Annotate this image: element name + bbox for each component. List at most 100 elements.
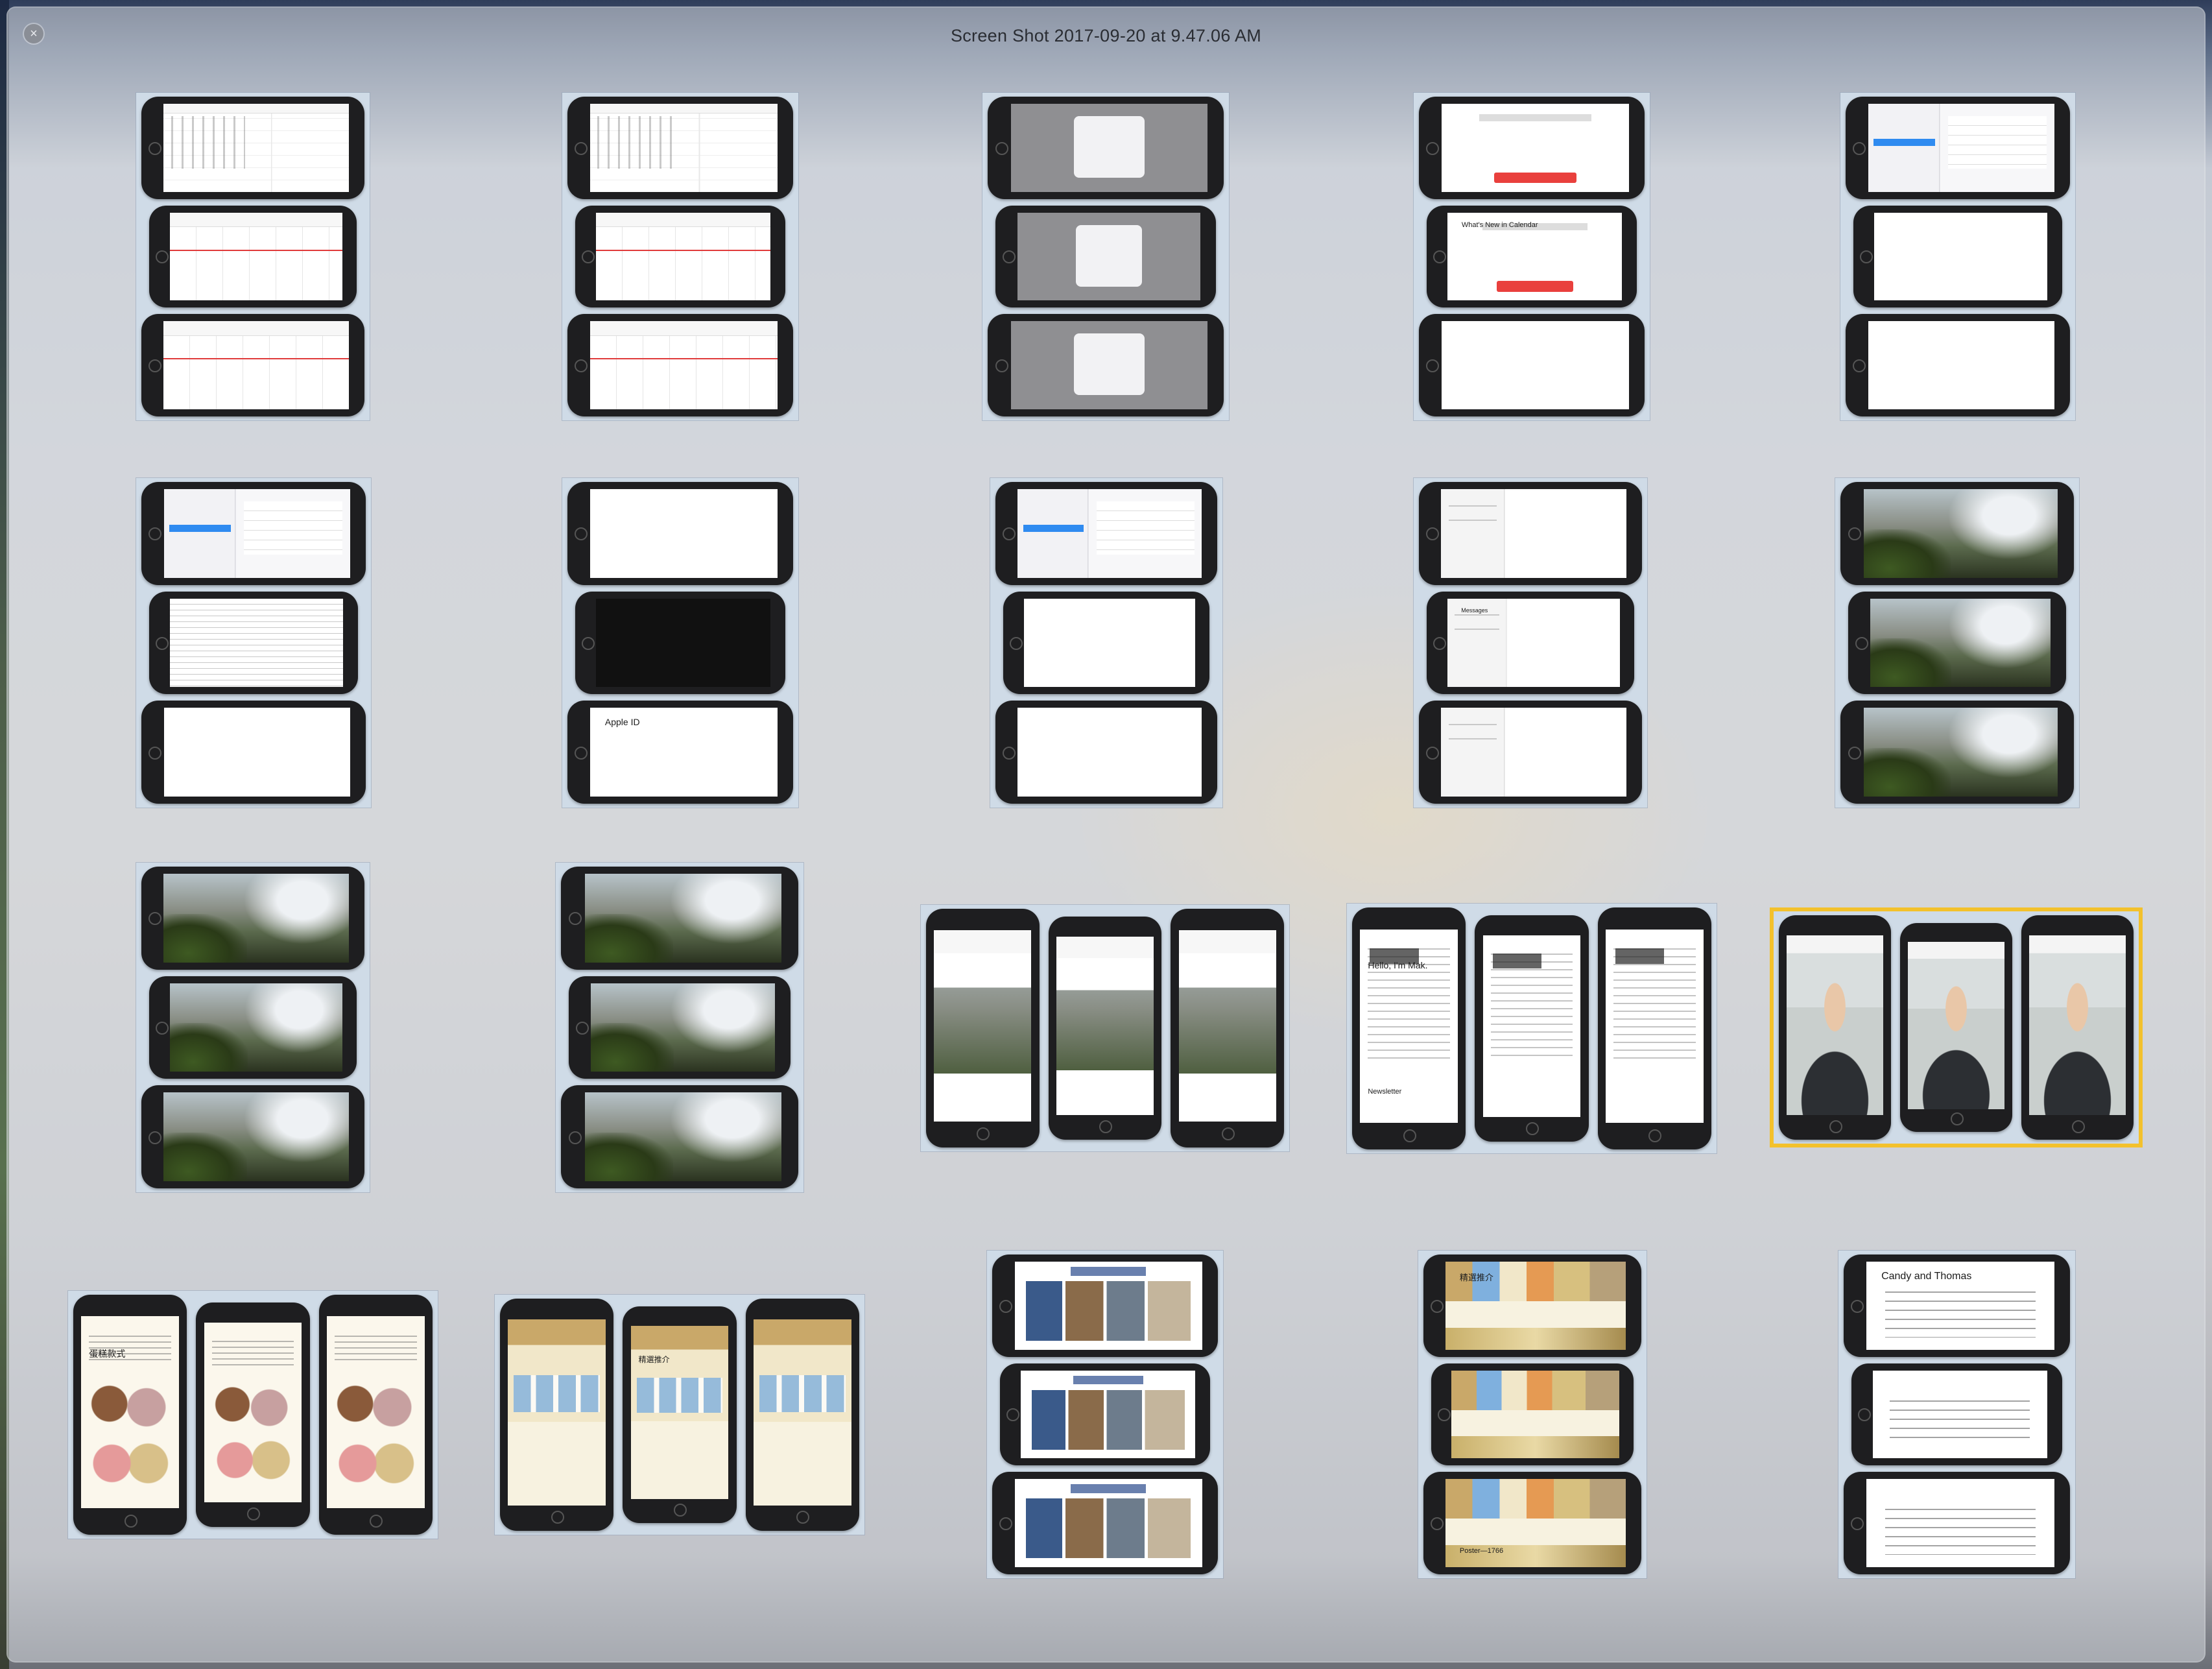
device-frame — [1779, 915, 1891, 1140]
device-screen — [596, 598, 771, 688]
screen-text: Candy and Thomas — [1881, 1270, 1972, 1282]
home-button-icon — [796, 1511, 810, 1524]
device-screen — [204, 1323, 302, 1502]
device-frame — [567, 482, 793, 585]
device-frame: 蛋糕款式 — [73, 1295, 187, 1535]
screen-text: What's New in Calendar — [1461, 221, 1538, 230]
home-button-icon — [1950, 1112, 1964, 1126]
device-screen — [1017, 708, 1202, 797]
device-screen — [1874, 212, 2048, 301]
home-button-icon — [1430, 1517, 1444, 1531]
home-button-icon — [1853, 141, 1866, 155]
home-button-icon — [575, 359, 588, 373]
device-frame — [567, 97, 793, 199]
device-screen — [1056, 936, 1154, 1116]
home-button-icon — [1858, 1408, 1872, 1422]
screen-text: Poster—1766 — [1459, 1546, 1504, 1555]
device-frame — [569, 976, 791, 1079]
device-frame: Hello, I'm Mak. Newsletter — [1352, 907, 1466, 1149]
device-frame — [1003, 591, 1209, 695]
device-frame — [995, 205, 1216, 308]
screen-text: Messages — [1461, 607, 1488, 614]
device-screen: 精選推介 — [630, 1326, 729, 1500]
device-frame — [149, 591, 358, 695]
device-screen: 精選推介 — [1445, 1262, 1626, 1350]
device-frame — [141, 867, 364, 970]
home-button-icon — [673, 1503, 687, 1517]
device-frame: Apple ID — [567, 701, 793, 804]
home-button-icon — [1648, 1129, 1662, 1142]
device-frame — [1840, 701, 2074, 804]
device-frame — [1846, 314, 2070, 416]
device-screen — [589, 104, 778, 192]
home-button-icon — [1430, 1299, 1444, 1313]
home-button-icon — [1525, 1122, 1539, 1135]
device-screen — [1908, 941, 2004, 1109]
device-frame — [926, 909, 1040, 1147]
device-screen — [170, 212, 342, 301]
device-screen — [591, 983, 776, 1072]
device-screen — [163, 321, 349, 409]
home-button-icon — [156, 250, 169, 264]
home-button-icon — [149, 141, 161, 155]
device-screen — [326, 1316, 425, 1509]
device-screen — [1014, 1479, 1202, 1567]
device-screen — [1451, 1370, 1620, 1459]
device-frame — [1000, 1363, 1210, 1466]
device-screen — [589, 489, 778, 578]
device-frame — [1431, 1363, 1634, 1466]
device-screen — [1021, 1370, 1196, 1459]
device-screen — [508, 1319, 606, 1506]
device-screen — [1014, 1262, 1202, 1350]
screen-text: 精選推介 — [1459, 1272, 1493, 1282]
device-screen — [163, 104, 349, 192]
device-frame — [1851, 1363, 2062, 1466]
device-screen: Apple ID — [589, 708, 778, 797]
device-frame — [995, 482, 1217, 585]
home-button-icon — [575, 1021, 589, 1035]
device-screen — [163, 1092, 349, 1181]
device-screen: Poster—1766 — [1445, 1479, 1626, 1567]
device-frame — [1597, 907, 1711, 1149]
device-screen — [589, 321, 778, 409]
device-frame: What's New in Calendar — [1427, 205, 1637, 308]
device-frame — [1048, 917, 1162, 1140]
home-button-icon — [1002, 746, 1016, 760]
device-frame: 精選推介 — [1423, 1255, 1641, 1357]
device-frame — [141, 97, 364, 199]
window-title: Screen Shot 2017-09-20 at 9.47.06 AM — [950, 26, 1262, 45]
home-button-icon — [1006, 1408, 1020, 1422]
home-button-icon — [1433, 250, 1447, 264]
device-frame — [988, 314, 1224, 416]
device-frame — [141, 482, 366, 585]
device-frame — [149, 205, 357, 308]
device-frame — [561, 1085, 798, 1188]
device-frame — [1171, 909, 1284, 1147]
home-button-icon — [575, 141, 588, 155]
screen-text: Newsletter — [1368, 1088, 1402, 1096]
home-button-icon — [582, 250, 595, 264]
device-screen — [1441, 708, 1626, 797]
device-frame — [318, 1295, 433, 1535]
device-frame — [745, 1299, 859, 1531]
device-frame — [196, 1303, 310, 1527]
device-frame — [1419, 314, 1645, 416]
device-screen — [1870, 598, 2051, 688]
device-frame — [1419, 97, 1645, 199]
device-screen — [1011, 321, 1207, 409]
home-button-icon — [1426, 141, 1440, 155]
home-button-icon — [1002, 527, 1016, 541]
device-screen — [1868, 321, 2054, 409]
home-button-icon — [568, 912, 582, 926]
device-screen — [170, 598, 344, 688]
device-screen — [1441, 321, 1629, 409]
device-frame — [567, 314, 793, 416]
home-button-icon — [246, 1507, 260, 1520]
screen-text: 精選推介 — [638, 1354, 670, 1364]
device-frame — [1419, 482, 1642, 585]
home-button-icon — [1860, 250, 1873, 264]
device-screen — [163, 489, 350, 578]
device-frame — [1475, 915, 1589, 1142]
home-button-icon — [156, 636, 169, 650]
device-screen — [1482, 935, 1581, 1117]
